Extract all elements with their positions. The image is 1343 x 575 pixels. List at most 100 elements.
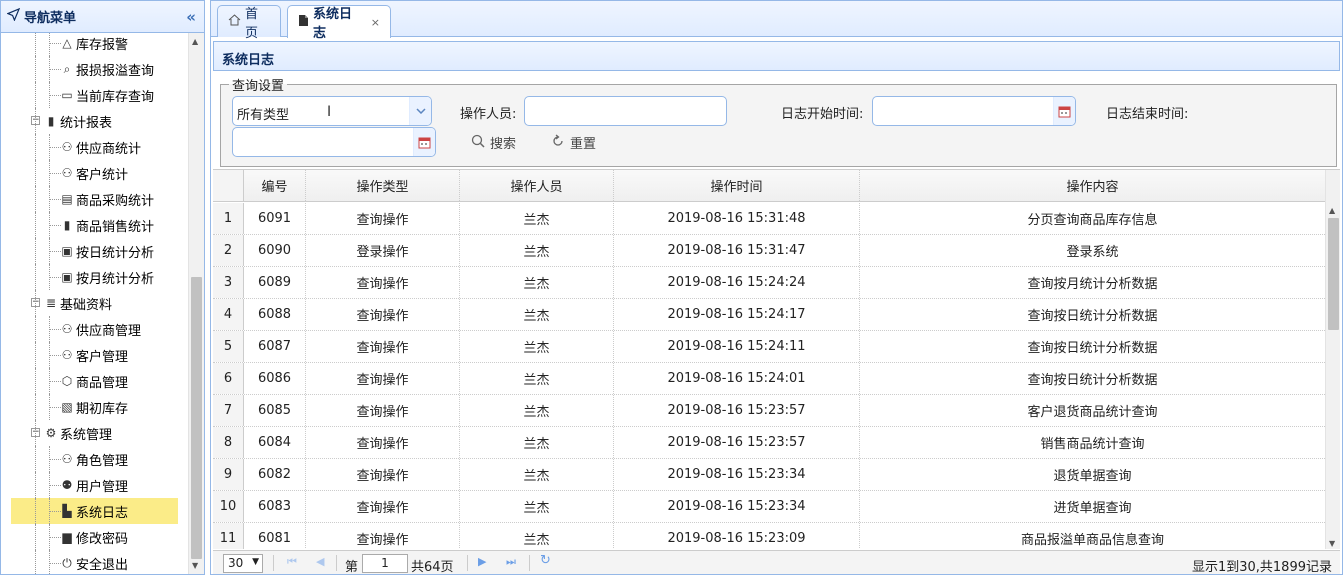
column-header-content[interactable]: 操作内容 [860, 170, 1325, 201]
nav-item[interactable]: ▙ 系统日志 [11, 498, 178, 524]
nav-item[interactable]: ⏻ 安全退出 [1, 550, 188, 574]
table-header: 编号 操作类型 操作人员 操作时间 操作内容 [213, 170, 1325, 202]
grid-icon: ▭ [61, 88, 73, 102]
nav-item[interactable]: ⬡ 商品管理 [1, 368, 188, 394]
cell-type: 查询操作 [306, 459, 460, 490]
tree-connector [49, 472, 50, 498]
cell-time: 2019-08-16 15:23:09 [614, 523, 860, 549]
type-select[interactable]: 所有类型 I [232, 96, 432, 126]
table-row[interactable]: 7 6085 查询操作 兰杰 2019-08-16 15:23:57 客户退货商品统计查询 [213, 395, 1325, 427]
reset-button[interactable]: 重置 [551, 133, 596, 152]
calendar-icon[interactable] [413, 128, 435, 156]
nav-scroll-thumb[interactable] [191, 277, 202, 559]
table-row[interactable]: 8 6084 查询操作 兰杰 2019-08-16 15:23:57 销售商品统计查询 [213, 427, 1325, 459]
last-page-icon[interactable]: ⏭ [506, 555, 516, 569]
nav-item-label: 系统日志 [76, 505, 129, 521]
people-icon: ⚇ [61, 166, 73, 180]
nav-item[interactable]: ▣ 按日统计分析 [1, 238, 188, 264]
cell-id: 6081 [244, 523, 306, 549]
nav-scrollbar[interactable]: ▲ ▼ [188, 33, 204, 574]
column-header-id[interactable]: 编号 [244, 170, 306, 201]
table-row[interactable]: 3 6089 查询操作 兰杰 2019-08-16 15:24:24 查询按月统计分析数据 [213, 267, 1325, 299]
cell-user: 兰杰 [460, 235, 614, 266]
nav-item[interactable]: △ 库存报警 [1, 33, 188, 56]
nav-item[interactable]: ⚇ 客户管理 [1, 342, 188, 368]
scroll-down-icon[interactable]: ▼ [1329, 539, 1335, 548]
power-icon: ⏻ [62, 555, 72, 570]
page-size-select[interactable]: 30 ▼ [223, 554, 263, 573]
tab-system-log[interactable]: 系统日志 × [287, 5, 391, 41]
search-button-label: 搜索 [490, 137, 517, 152]
reset-button-label: 重置 [570, 137, 597, 152]
nav-item[interactable]: ▧ 期初库存 [1, 394, 188, 420]
nav-item-label: 商品销售统计 [76, 219, 155, 235]
scroll-down-icon[interactable]: ▼ [192, 561, 198, 570]
box-icon: ⬡ [61, 374, 73, 388]
document-icon: ▤ [61, 192, 73, 206]
nav-item[interactable]: ⚇ 供应商管理 [1, 316, 188, 342]
tree-connector [49, 407, 61, 408]
tree-connector [35, 238, 36, 264]
collapse-icon[interactable]: « [186, 8, 196, 26]
column-header-user[interactable]: 操作人员 [460, 170, 614, 201]
tree-connector [35, 82, 36, 108]
cell-user: 兰杰 [460, 395, 614, 426]
table-scroll-thumb[interactable] [1328, 218, 1339, 330]
nav-item[interactable]: ▣ 按月统计分析 [1, 264, 188, 290]
table-row[interactable]: 9 6082 查询操作 兰杰 2019-08-16 15:23:34 退货单据查询 [213, 459, 1325, 491]
refresh-icon[interactable]: ↻ [540, 553, 551, 568]
chevron-down-icon[interactable] [409, 97, 431, 125]
user-input[interactable] [524, 96, 727, 126]
navigation-icon [6, 7, 21, 25]
person-icon: ⚇ [61, 322, 73, 336]
table-row[interactable]: 6 6086 查询操作 兰杰 2019-08-16 15:24:01 查询按日统计分析数据 [213, 363, 1325, 395]
table-row[interactable]: 2 6090 登录操作 兰杰 2019-08-16 15:31:47 登录系统 [213, 235, 1325, 267]
page-number-input[interactable]: 1 [362, 554, 408, 573]
table-scrollbar[interactable]: ▲ ▼ [1325, 170, 1340, 549]
table-row[interactable]: 11 6081 查询操作 兰杰 2019-08-16 15:23:09 商品报溢单商品信息… [213, 523, 1325, 549]
nav-item[interactable]: ▮ 统计报表 [1, 108, 188, 134]
search-button[interactable]: 搜索 [471, 133, 516, 152]
nav-item-label: 商品采购统计 [76, 193, 155, 209]
cell-id: 6083 [244, 491, 306, 522]
table-row[interactable]: 4 6088 查询操作 兰杰 2019-08-16 15:24:17 查询按日统计分析数据 [213, 299, 1325, 331]
refresh-icon [551, 133, 565, 152]
cell-id: 6086 [244, 363, 306, 394]
tree-connector [49, 355, 61, 356]
nav-item[interactable]: ⚇ 供应商统计 [1, 134, 188, 160]
table-row[interactable]: 10 6083 查询操作 兰杰 2019-08-16 15:23:34 进货单据查询 [213, 491, 1325, 523]
tree-connector [49, 134, 50, 160]
prev-page-icon[interactable]: ◀ [316, 555, 324, 568]
table-row[interactable]: 5 6087 查询操作 兰杰 2019-08-16 15:24:11 查询按日统计分析数据 [213, 331, 1325, 363]
nav-item[interactable]: ⚇ 角色管理 [1, 446, 188, 472]
main-tabs: 首页 系统日志 × 系统日志 查询设置 所有类型 I 操作人员: 日志开始时间:… [210, 0, 1343, 575]
nav-item[interactable]: ▤ 商品采购统计 [1, 186, 188, 212]
nav-item[interactable]: ⚙ 系统管理 [1, 420, 188, 446]
log-icon: ▙ [62, 504, 72, 518]
end-time-input[interactable] [232, 127, 436, 157]
nav-item[interactable]: ▆ 修改密码 [1, 524, 188, 550]
nav-item[interactable]: ▭ 当前库存查询 [1, 82, 188, 108]
first-page-icon[interactable]: ⏮ [287, 555, 297, 569]
close-icon[interactable]: × [371, 16, 380, 29]
cell-time: 2019-08-16 15:31:47 [614, 235, 860, 266]
nav-item[interactable]: ⚇ 客户统计 [1, 160, 188, 186]
scroll-up-icon[interactable]: ▲ [192, 37, 198, 46]
home-icon [228, 13, 241, 30]
scroll-up-icon[interactable]: ▲ [1329, 206, 1335, 215]
nav-item[interactable]: ▮ 商品销售统计 [1, 212, 188, 238]
tree-connector [49, 225, 61, 226]
cell-type: 查询操作 [306, 523, 460, 549]
calendar-icon[interactable] [1053, 97, 1075, 125]
pagination-bar: 30 ▼ ⏮ ◀ 第 1 共64页 ▶ ⏭ ↻ 显示1到30,共1899记录 [213, 550, 1340, 575]
tab-home[interactable]: 首页 [217, 5, 281, 41]
column-header-type[interactable]: 操作类型 [306, 170, 460, 201]
nav-item-label: 修改密码 [76, 531, 129, 547]
next-page-icon[interactable]: ▶ [478, 555, 486, 568]
nav-item[interactable]: ⚉ 用户管理 [1, 472, 188, 498]
column-header-time[interactable]: 操作时间 [614, 170, 860, 201]
table-row[interactable]: 1 6091 查询操作 兰杰 2019-08-16 15:31:48 分页查询商品库存信息 [213, 203, 1325, 235]
nav-item[interactable]: ≣ 基础资料 [1, 290, 188, 316]
nav-item[interactable]: ⌕ 报损报溢查询 [1, 56, 188, 82]
start-time-input[interactable] [872, 96, 1076, 126]
